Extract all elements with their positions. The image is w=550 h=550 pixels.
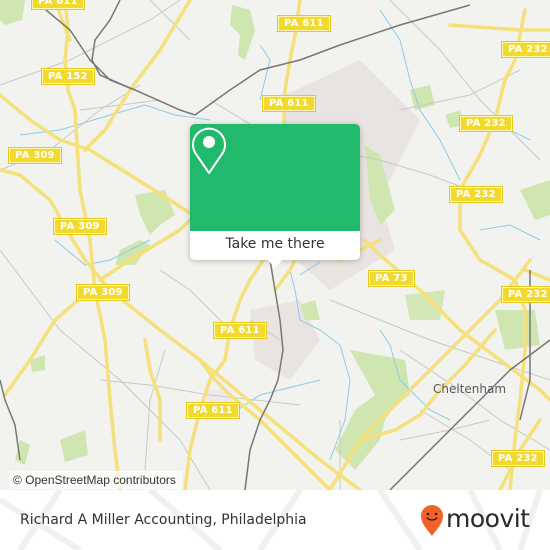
place-label-cheltenham: Cheltenham [433, 382, 507, 396]
route-shield: PA 611 [213, 322, 267, 339]
map-view[interactable]: PA 611 PA 152 PA 309 PA 309 PA 309 PA 61… [0, 0, 550, 490]
route-shield: PA 309 [53, 218, 107, 235]
route-shield: PA 73 [368, 270, 415, 287]
route-shield: PA 152 [41, 68, 95, 85]
route-shield: PA 611 [277, 15, 331, 32]
footer-bar: Richard A Miller Accounting, Philadelphi… [0, 490, 550, 550]
moovit-wordmark: moovit [446, 504, 530, 533]
popup-pointer [267, 259, 283, 268]
route-shield: PA 309 [8, 147, 62, 164]
moovit-pin-icon [421, 505, 443, 536]
route-shield: PA 611 [262, 95, 316, 112]
take-me-there-button[interactable]: Take me there [190, 231, 360, 260]
place-title: Richard A Miller Accounting, Philadelphi… [20, 512, 307, 528]
route-shield: PA 309 [76, 284, 130, 301]
location-popup: Take me there [190, 124, 360, 268]
moovit-logo[interactable]: moovit [419, 503, 539, 537]
route-shield: PA 232 [459, 115, 513, 132]
map-attribution[interactable]: © OpenStreetMap contributors [10, 471, 182, 489]
map-pin-icon [192, 127, 226, 174]
route-shield: PA 611 [31, 0, 85, 10]
popup-header [190, 124, 360, 231]
route-shield: PA 232 [501, 41, 550, 58]
route-shield: PA 232 [491, 450, 545, 467]
route-shield: PA 232 [501, 286, 550, 303]
route-shield: PA 611 [186, 402, 240, 419]
route-shield: PA 232 [449, 186, 503, 203]
